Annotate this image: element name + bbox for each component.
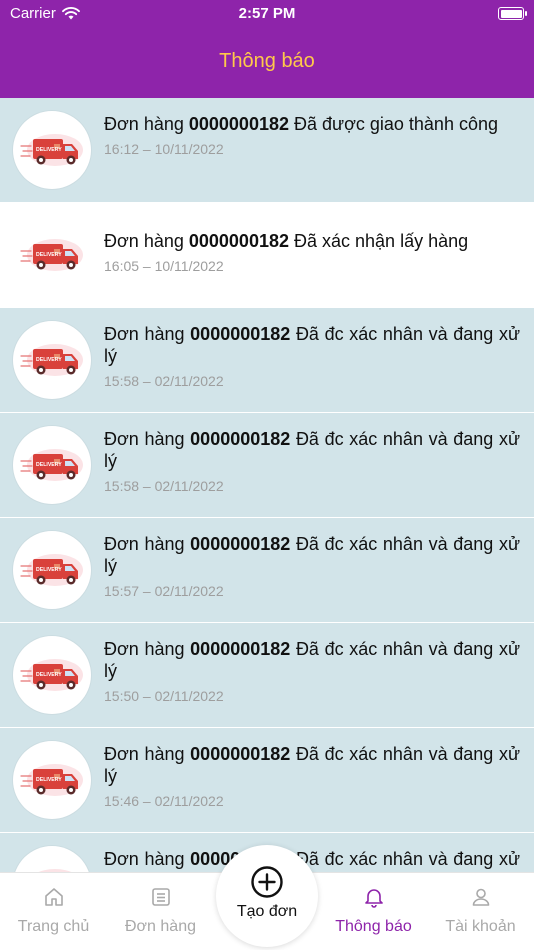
notification-message: Đã được giao thành công xyxy=(294,114,498,134)
tab-orders[interactable]: Đơn hàng xyxy=(107,873,214,950)
delivery-truck-icon: DELIVERY xyxy=(20,134,83,166)
notification-body: Đơn hàng 0000000182 Đã đc xác nhân và đa… xyxy=(104,428,520,494)
order-number: 0000000182 xyxy=(188,231,289,251)
notification-body: Đơn hàng 0000000182 Đã xác nhận lấy hàng… xyxy=(104,230,520,274)
delivery-truck-icon: DELIVERY xyxy=(20,344,83,376)
order-number: 0000000182 xyxy=(188,114,289,134)
page-title: Thông báo xyxy=(219,50,315,72)
notification-avatar: DELIVERY xyxy=(13,111,91,189)
notification-item[interactable]: DELIVERY Đơn hàng 0000000182 Đã đc xác nh… xyxy=(0,413,534,518)
notification-text: Đơn hàng 0000000182 Đã đc xác nhân và đa… xyxy=(104,428,520,472)
tab-notifications[interactable]: Thông báo xyxy=(320,873,427,950)
create-order-label: Tạo đơn xyxy=(236,903,298,920)
battery-icon xyxy=(498,7,527,20)
svg-text:DELIVERY: DELIVERY xyxy=(36,672,62,678)
tab-account-label: Tài khoản xyxy=(445,918,516,935)
notification-text: Đơn hàng 0000000182 Đã đc xác nhân và đa… xyxy=(104,638,520,682)
notification-text: Đơn hàng 0000000182 Đã được giao thành c… xyxy=(104,113,520,135)
notification-item[interactable]: DELIVERY Đơn hàng 0000000182 Đã được giao… xyxy=(0,98,534,203)
notification-time: 16:12 – 10/11/2022 xyxy=(104,141,224,157)
notification-text: Đơn hàng 0000000182 Đã đc xác nhân và đa… xyxy=(104,533,520,577)
notification-text: Đơn hàng 0000000182 Đã đc xác nhân và đa… xyxy=(104,848,520,872)
notification-text: Đơn hàng 0000000182 Đã đc xác nhân và đa… xyxy=(104,323,520,367)
notification-avatar: DELIVERY xyxy=(13,321,91,399)
notification-time: 15:50 – 02/11/2022 xyxy=(104,688,224,704)
status-bar: Carrier 2:57 PM xyxy=(0,0,534,28)
tab-home-label: Trang chủ xyxy=(17,918,90,935)
svg-text:DELIVERY: DELIVERY xyxy=(36,252,62,258)
notification-body: Đơn hàng 0000000182 Đã đc xác nhân và đa… xyxy=(104,323,520,389)
header: Thông báo xyxy=(0,28,534,98)
order-number: 0000000182 xyxy=(190,534,291,554)
notification-item[interactable]: DELIVERY Đơn hàng 0000000182 Đã đc xác nh… xyxy=(0,518,534,623)
notification-text: Đơn hàng 0000000182 Đã xác nhận lấy hàng xyxy=(104,230,520,252)
notification-prefix: Đơn hàng xyxy=(104,639,185,659)
notification-avatar: DELIVERY xyxy=(13,216,91,294)
notification-prefix: Đơn hàng xyxy=(104,534,185,554)
svg-text:DELIVERY: DELIVERY xyxy=(36,567,62,573)
notification-avatar: DELIVERY xyxy=(13,531,91,609)
notification-body: Đơn hàng 0000000182 Đã đc xác nhân và đa… xyxy=(104,848,520,872)
svg-text:DELIVERY: DELIVERY xyxy=(36,357,62,363)
notification-time: 15:46 – 02/11/2022 xyxy=(104,793,224,809)
plus-circle-icon xyxy=(251,866,283,898)
notification-prefix: Đơn hàng xyxy=(104,744,185,764)
notification-item[interactable]: DELIVERY Đơn hàng 0000000182 Đã đc xác nh… xyxy=(0,623,534,728)
notification-body: Đơn hàng 0000000182 Đã đc xác nhân và đa… xyxy=(104,638,520,704)
notification-text: Đơn hàng 0000000182 Đã đc xác nhân và đa… xyxy=(104,743,520,787)
notification-message: Đã xác nhận lấy hàng xyxy=(294,231,469,251)
tab-account[interactable]: Tài khoản xyxy=(427,873,534,950)
home-icon xyxy=(43,886,65,908)
tab-orders-label: Đơn hàng xyxy=(125,918,196,935)
delivery-truck-icon: DELIVERY xyxy=(20,659,83,691)
notification-prefix: Đơn hàng xyxy=(104,324,185,344)
notification-avatar: DELIVERY xyxy=(13,636,91,714)
notification-body: Đơn hàng 0000000182 Đã đc xác nhân và đa… xyxy=(104,533,520,599)
notification-avatar: DELIVERY xyxy=(13,741,91,819)
create-order-button[interactable]: Tạo đơn xyxy=(216,845,318,947)
notification-time: 15:58 – 02/11/2022 xyxy=(104,478,224,494)
delivery-truck-icon: DELIVERY xyxy=(20,764,83,796)
delivery-truck-icon: DELIVERY xyxy=(20,449,83,481)
orders-list-icon xyxy=(150,886,172,908)
notification-body: Đơn hàng 0000000182 Đã đc xác nhân và đa… xyxy=(104,743,520,809)
tab-home[interactable]: Trang chủ xyxy=(0,873,107,950)
notification-item[interactable]: DELIVERY Đơn hàng 0000000182 Đã xác nhận … xyxy=(0,203,534,308)
svg-text:DELIVERY: DELIVERY xyxy=(36,462,62,468)
notification-item[interactable]: DELIVERY Đơn hàng 0000000182 Đã đc xác nh… xyxy=(0,728,534,833)
delivery-truck-icon: DELIVERY xyxy=(38,869,72,872)
notification-prefix: Đơn hàng xyxy=(104,849,185,869)
order-number: 0000000182 xyxy=(190,429,291,449)
bell-icon xyxy=(363,886,385,908)
status-time: 2:57 PM xyxy=(238,5,296,22)
order-number: 0000000182 xyxy=(190,324,291,344)
notification-item[interactable]: DELIVERY Đơn hàng 0000000182 Đã đc xác nh… xyxy=(0,308,534,413)
notification-avatar: DELIVERY xyxy=(13,426,91,504)
notification-time: 16:05 – 10/11/2022 xyxy=(104,258,224,274)
notification-prefix: Đơn hàng xyxy=(104,114,184,134)
tab-notifications-label: Thông báo xyxy=(335,918,412,935)
notification-time: 15:57 – 02/11/2022 xyxy=(104,583,224,599)
svg-text:DELIVERY: DELIVERY xyxy=(36,777,62,783)
notification-prefix: Đơn hàng xyxy=(104,231,184,251)
notification-prefix: Đơn hàng xyxy=(104,429,185,449)
order-number: 0000000182 xyxy=(190,639,291,659)
delivery-truck-icon: DELIVERY xyxy=(20,239,83,271)
notification-list[interactable]: DELIVERY Đơn hàng 0000000182 Đã được giao… xyxy=(0,98,534,872)
delivery-truck-icon: DELIVERY xyxy=(20,554,83,586)
notification-avatar: DELIVERY xyxy=(13,846,91,872)
notification-time: 15:58 – 02/11/2022 xyxy=(104,373,224,389)
order-number: 0000000182 xyxy=(190,744,291,764)
user-icon xyxy=(470,886,492,908)
notification-body: Đơn hàng 0000000182 Đã được giao thành c… xyxy=(104,113,520,157)
svg-text:DELIVERY: DELIVERY xyxy=(36,147,62,153)
